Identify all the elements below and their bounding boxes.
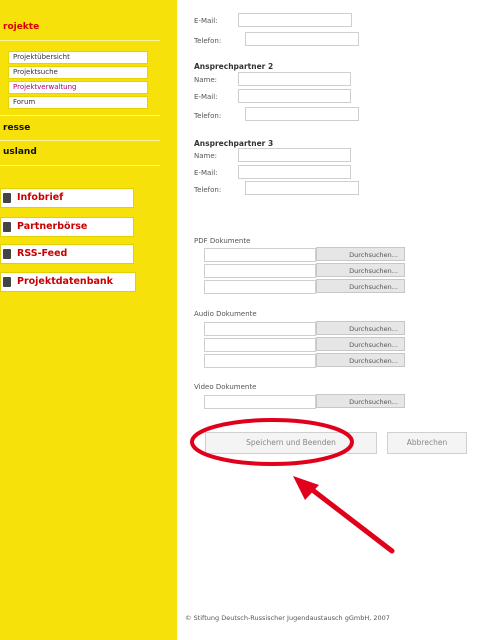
partner2-telefon-label: Telefon: (194, 112, 222, 120)
partner3-title: Ansprechpartner 3 (194, 139, 274, 148)
projektdatenbank-button[interactable]: Projektdatenbank (0, 272, 136, 292)
partner3-telefon-field[interactable] (245, 181, 359, 195)
cancel-button[interactable]: Abbrechen (387, 432, 467, 454)
audio-browse-button[interactable]: Durchsuchen... (316, 321, 405, 335)
email-label: E-Mail: (194, 17, 218, 25)
partner2-title: Ansprechpartner 2 (194, 62, 274, 71)
video-file-input[interactable] (204, 395, 316, 409)
pdf-browse-button[interactable]: Durchsuchen... (316, 263, 405, 277)
pdf-documents-label: PDF Dokumente (194, 237, 251, 245)
footer-copyright: © Stiftung Deutsch-Russischer Jugendaust… (185, 614, 390, 622)
divider (0, 115, 160, 116)
section-presse[interactable]: resse (3, 123, 30, 133)
audio-documents-label: Audio Dokumente (194, 310, 257, 318)
pdf-browse-button[interactable]: Durchsuchen... (316, 279, 405, 293)
email-field[interactable] (238, 13, 352, 27)
pdf-browse-button[interactable]: Durchsuchen... (316, 247, 405, 261)
subnav-projektsuche[interactable]: Projektsuche (8, 66, 148, 79)
partner2-email-label: E-Mail: (194, 93, 218, 101)
audio-browse-button[interactable]: Durchsuchen... (316, 337, 405, 351)
divider (0, 140, 160, 141)
infobrief-label: Infobrief (17, 192, 64, 203)
people-icon (3, 222, 11, 232)
telefon-field[interactable] (245, 32, 359, 46)
partner2-name-label: Name: (194, 76, 218, 84)
telefon-label: Telefon: (194, 37, 222, 45)
video-browse-button[interactable]: Durchsuchen... (316, 394, 405, 408)
projektdatenbank-label: Projektdatenbank (17, 276, 113, 287)
subnav-projektuebersicht[interactable]: Projektübersicht (8, 51, 148, 64)
partner3-telefon-label: Telefon: (194, 186, 222, 194)
save-and-exit-button[interactable]: Speichern und Beenden (205, 432, 377, 454)
subnav-forum[interactable]: Forum (8, 96, 148, 109)
document-icon (3, 193, 11, 203)
rss-feed-button[interactable]: RSS-Feed (0, 244, 134, 264)
audio-file-input[interactable] (204, 322, 316, 336)
partner2-name-field[interactable] (238, 72, 351, 86)
partner3-name-field[interactable] (238, 148, 351, 162)
rss-icon (3, 249, 11, 259)
section-ausland[interactable]: usland (3, 147, 37, 157)
projekte-subnav: Projektübersicht Projektsuche Projektver… (8, 51, 148, 111)
video-documents-label: Video Dokumente (194, 383, 257, 391)
infobrief-button[interactable]: Infobrief (0, 188, 134, 208)
partner3-email-field[interactable] (238, 165, 351, 179)
divider (0, 40, 160, 41)
partner3-name-label: Name: (194, 152, 218, 160)
rss-feed-label: RSS-Feed (17, 248, 68, 259)
pdf-file-input[interactable] (204, 280, 316, 294)
divider (0, 165, 160, 166)
partner2-email-field[interactable] (238, 89, 351, 103)
partnerboerse-button[interactable]: Partnerbörse (0, 217, 134, 237)
pdf-file-input[interactable] (204, 264, 316, 278)
pdf-file-input[interactable] (204, 248, 316, 262)
main-form: E-Mail: Telefon: Ansprechpartner 2 Name:… (177, 0, 478, 640)
partnerboerse-label: Partnerbörse (17, 221, 88, 232)
audio-file-input[interactable] (204, 354, 316, 368)
audio-browse-button[interactable]: Durchsuchen... (316, 353, 405, 367)
partner3-email-label: E-Mail: (194, 169, 218, 177)
section-projekte[interactable]: rojekte (3, 22, 39, 32)
audio-file-input[interactable] (204, 338, 316, 352)
sidebar: rojekte Projektübersicht Projektsuche Pr… (0, 0, 177, 640)
database-icon (3, 277, 11, 287)
subnav-projektverwaltung[interactable]: Projektverwaltung (8, 81, 148, 94)
partner2-telefon-field[interactable] (245, 107, 359, 121)
